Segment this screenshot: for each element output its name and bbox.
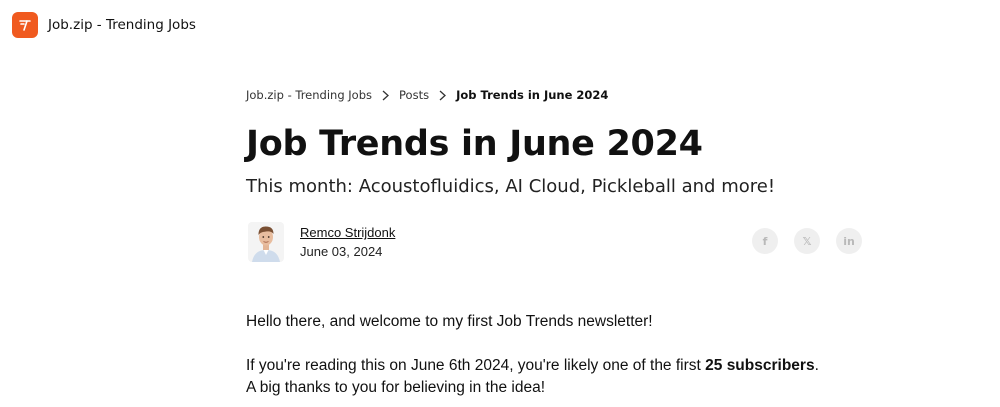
page-subtitle: This month: Acoustofluidics, AI Cloud, P…	[246, 176, 776, 197]
breadcrumb-current: Job Trends in June 2024	[456, 88, 609, 102]
share-buttons: f 𝕏 in	[752, 228, 862, 254]
paragraph-text: If you're reading this on June 6th 2024,…	[246, 357, 706, 374]
page-title: Job Trends in June 2024	[246, 124, 703, 164]
paragraph-subscribers: If you're reading this on June 6th 2024,…	[246, 355, 862, 377]
job-zip-logo-icon[interactable]	[12, 12, 38, 38]
publish-date: June 03, 2024	[300, 244, 383, 259]
facebook-icon[interactable]: f	[752, 228, 778, 254]
breadcrumb-posts-link[interactable]: Posts	[399, 88, 429, 102]
article-body: Hello there, and welcome to my first Job…	[246, 311, 862, 399]
author-row: Remco Strijdonk June 03, 2024 f 𝕏 in	[246, 220, 862, 264]
author-name-link[interactable]: Remco Strijdonk	[300, 225, 395, 240]
paragraph-thanks: A big thanks to you for believing in the…	[246, 379, 546, 396]
subscriber-count: 25 subscribers	[705, 357, 815, 374]
site-header: Job.zip - Trending Jobs	[12, 12, 196, 38]
paragraph-text: .	[814, 357, 819, 374]
x-twitter-icon[interactable]: 𝕏	[794, 228, 820, 254]
breadcrumb-home-link[interactable]: Job.zip - Trending Jobs	[246, 88, 372, 102]
avatar[interactable]	[248, 222, 284, 262]
chevron-right-icon	[439, 90, 447, 101]
paragraph-intro: Hello there, and welcome to my first Job…	[246, 313, 653, 330]
breadcrumb: Job.zip - Trending Jobs Posts Job Trends…	[246, 88, 608, 102]
site-name-link[interactable]: Job.zip - Trending Jobs	[48, 17, 196, 33]
chevron-right-icon	[382, 90, 389, 101]
linkedin-icon[interactable]: in	[836, 228, 862, 254]
